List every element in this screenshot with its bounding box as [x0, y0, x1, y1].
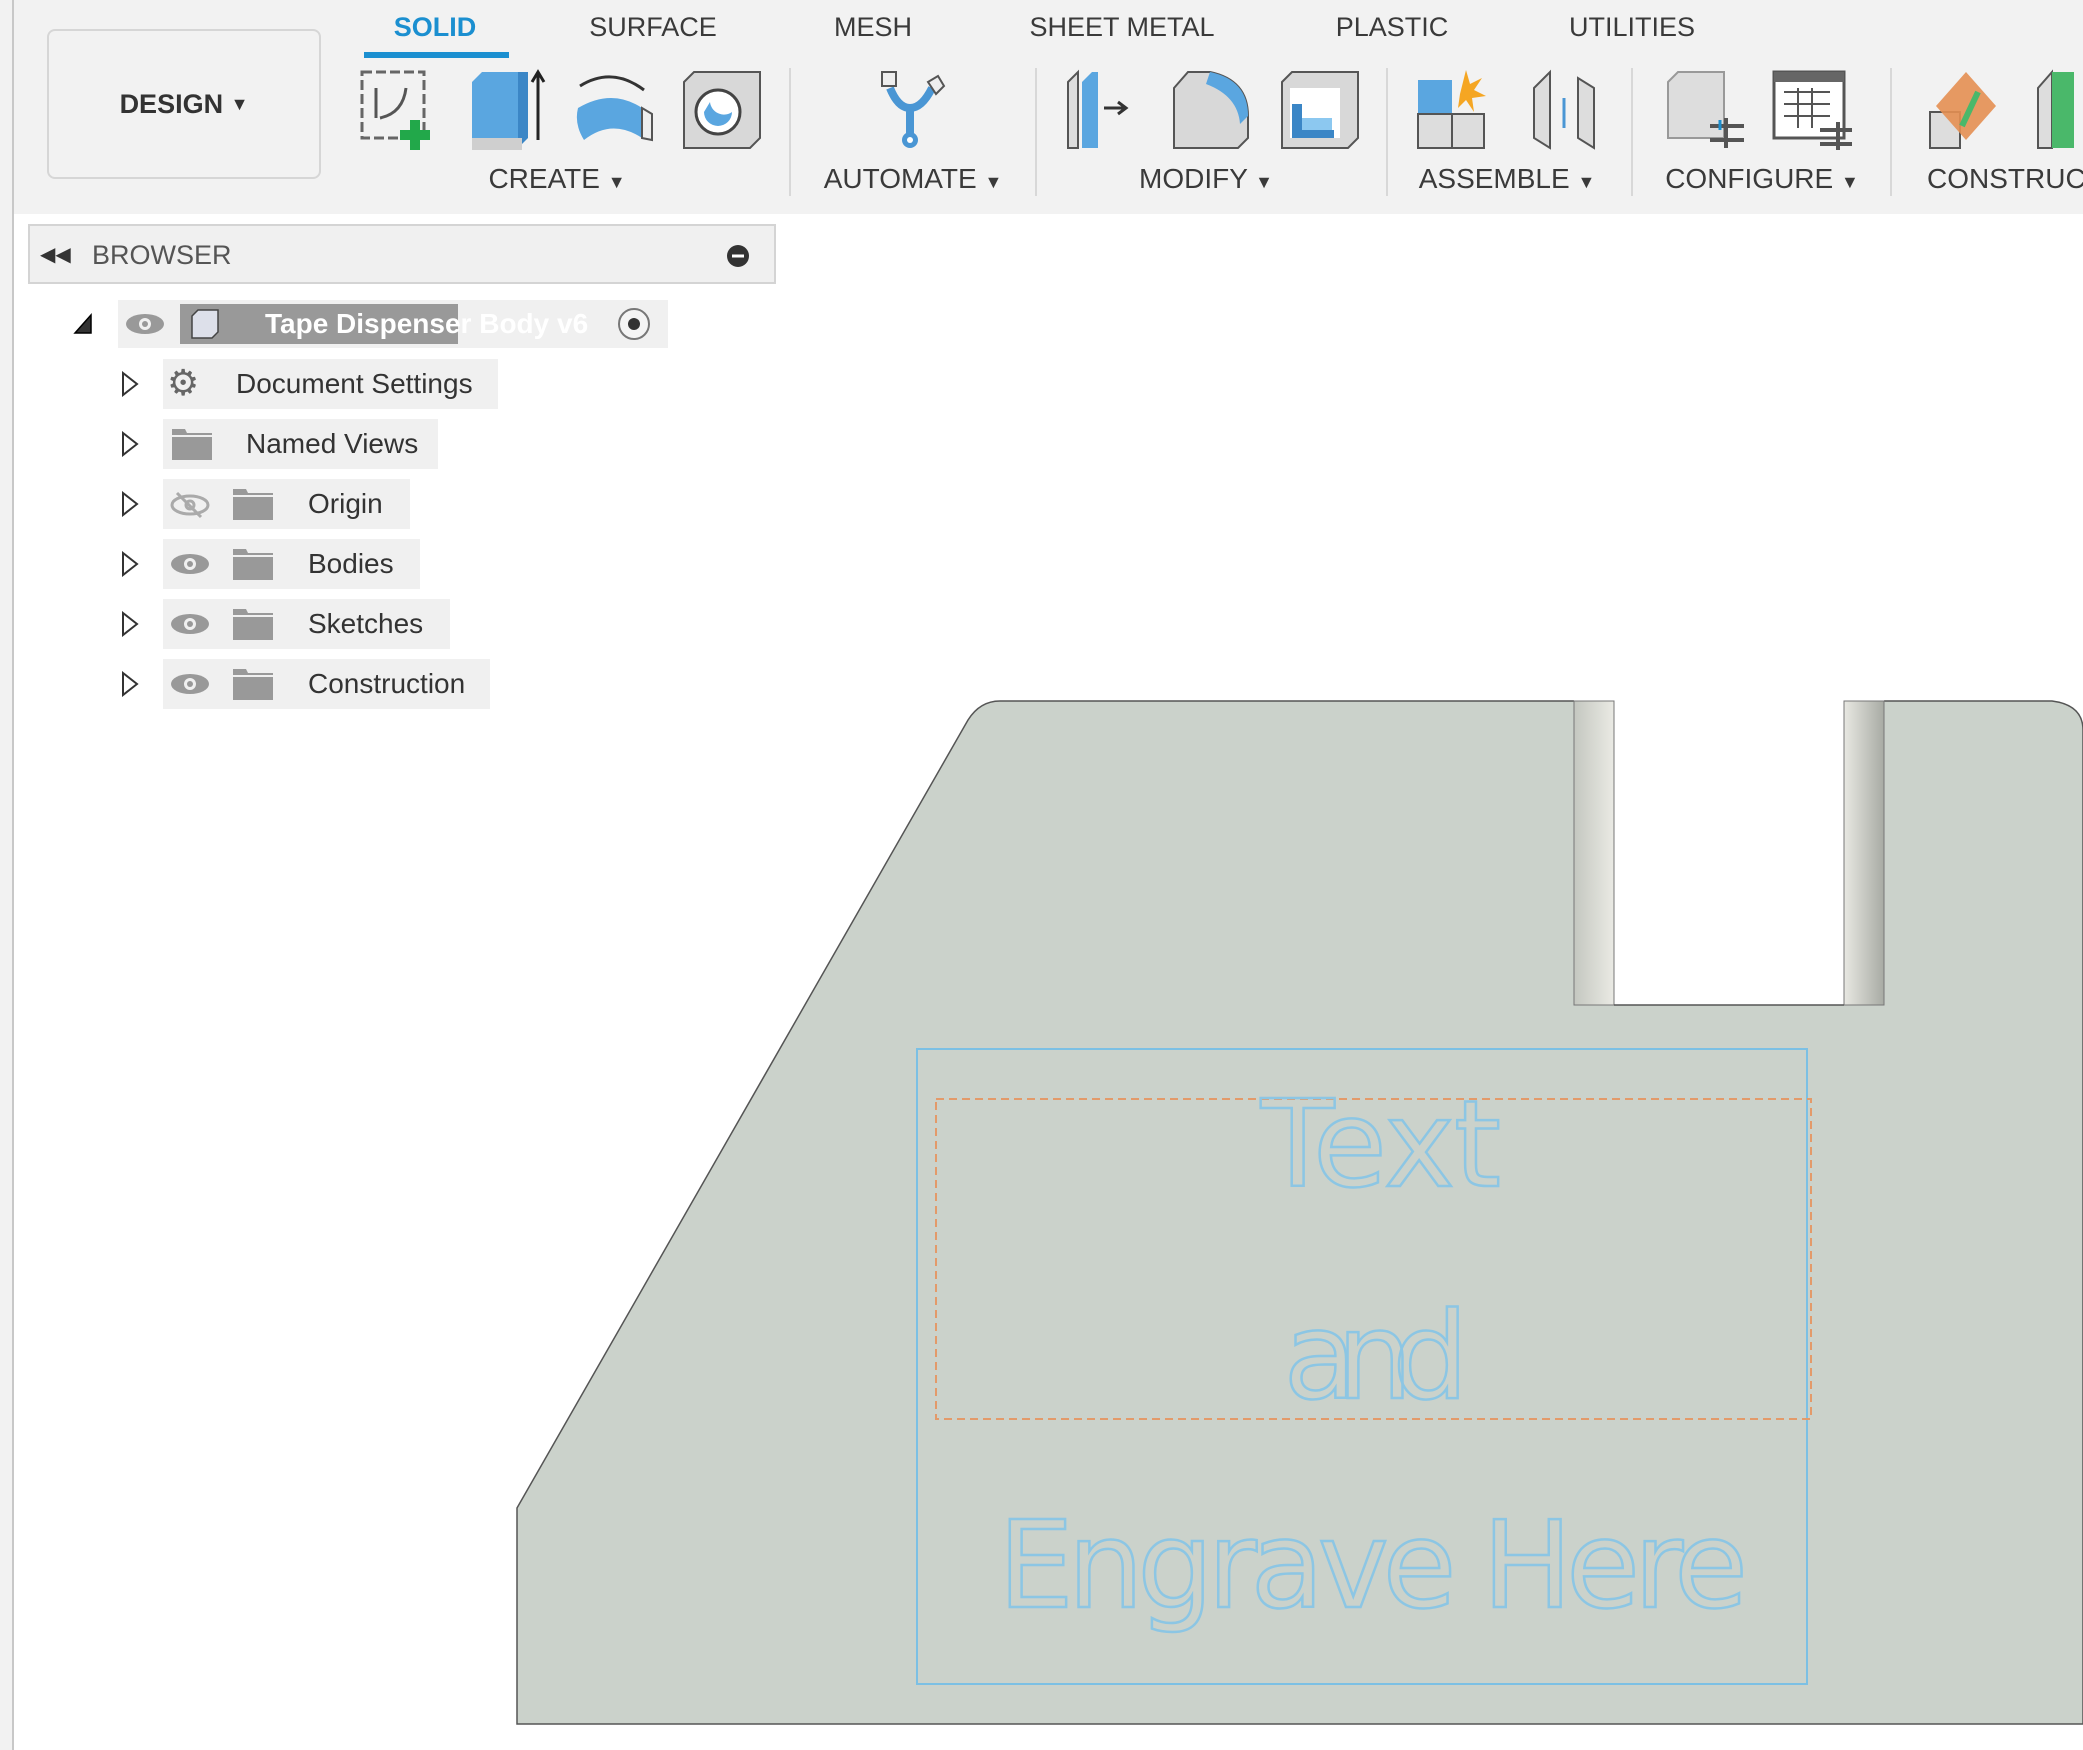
browser-root-item[interactable]: Tape Dispenser Body v6 — [118, 300, 668, 348]
item-label: Document Settings — [236, 368, 473, 399]
expand-triangle-icon[interactable] — [120, 431, 140, 457]
browser-panel-header: ◀◀ BROWSER — [28, 224, 776, 284]
expand-triangle-icon[interactable] — [120, 491, 140, 517]
browser-item-construction[interactable]: Construction — [163, 659, 490, 709]
browser-item-sketches[interactable]: Sketches — [163, 599, 450, 649]
browser-item-origin[interactable]: Origin — [163, 479, 410, 529]
eye-icon[interactable] — [169, 672, 211, 696]
folder-icon — [233, 669, 273, 700]
expand-triangle-icon[interactable] — [120, 671, 140, 697]
sketch-text-line-3[interactable]: Engrave Here — [997, 1496, 1750, 1638]
minimize-panel-icon[interactable] — [726, 244, 750, 268]
eye-icon[interactable] — [169, 612, 211, 636]
folder-icon — [233, 489, 273, 520]
sketch-text-line-2[interactable]: and — [1282, 1287, 1470, 1429]
item-label: Sketches — [308, 608, 424, 639]
expand-triangle-icon[interactable] — [120, 611, 140, 637]
collapse-browser-icon[interactable]: ◀◀ — [40, 242, 71, 267]
eye-hidden-icon[interactable] — [169, 491, 211, 519]
browser-item-bodies[interactable]: Bodies — [163, 539, 420, 589]
sketch-text-line-1[interactable]: Text — [1259, 1075, 1503, 1217]
folder-icon — [233, 609, 273, 640]
browser-item-document-settings[interactable]: ⚙ Document Settings — [163, 359, 498, 409]
expand-triangle-icon[interactable] — [120, 551, 140, 577]
activate-radio-icon[interactable] — [616, 306, 652, 342]
eye-icon[interactable] — [124, 312, 166, 336]
folder-icon — [172, 429, 212, 460]
browser-item-named-views[interactable]: Named Views — [163, 419, 438, 469]
item-label: Origin — [308, 488, 383, 519]
item-label: Construction — [308, 668, 466, 699]
root-label: Tape Dispenser Body v6 — [265, 308, 589, 339]
eye-icon[interactable] — [169, 552, 211, 576]
slot-wall-left — [1573, 700, 1615, 1006]
item-label: Named Views — [246, 428, 419, 459]
item-label: Bodies — [308, 548, 394, 579]
collapse-triangle-icon[interactable] — [73, 313, 93, 335]
expand-triangle-icon[interactable] — [120, 371, 140, 397]
folder-icon — [233, 549, 273, 580]
slot-wall-right — [1843, 700, 1885, 1006]
browser-title: BROWSER — [92, 240, 232, 270]
gear-icon: ⚙ — [167, 362, 200, 403]
slot-cutout — [1574, 700, 1884, 1005]
component-icon — [191, 309, 219, 339]
